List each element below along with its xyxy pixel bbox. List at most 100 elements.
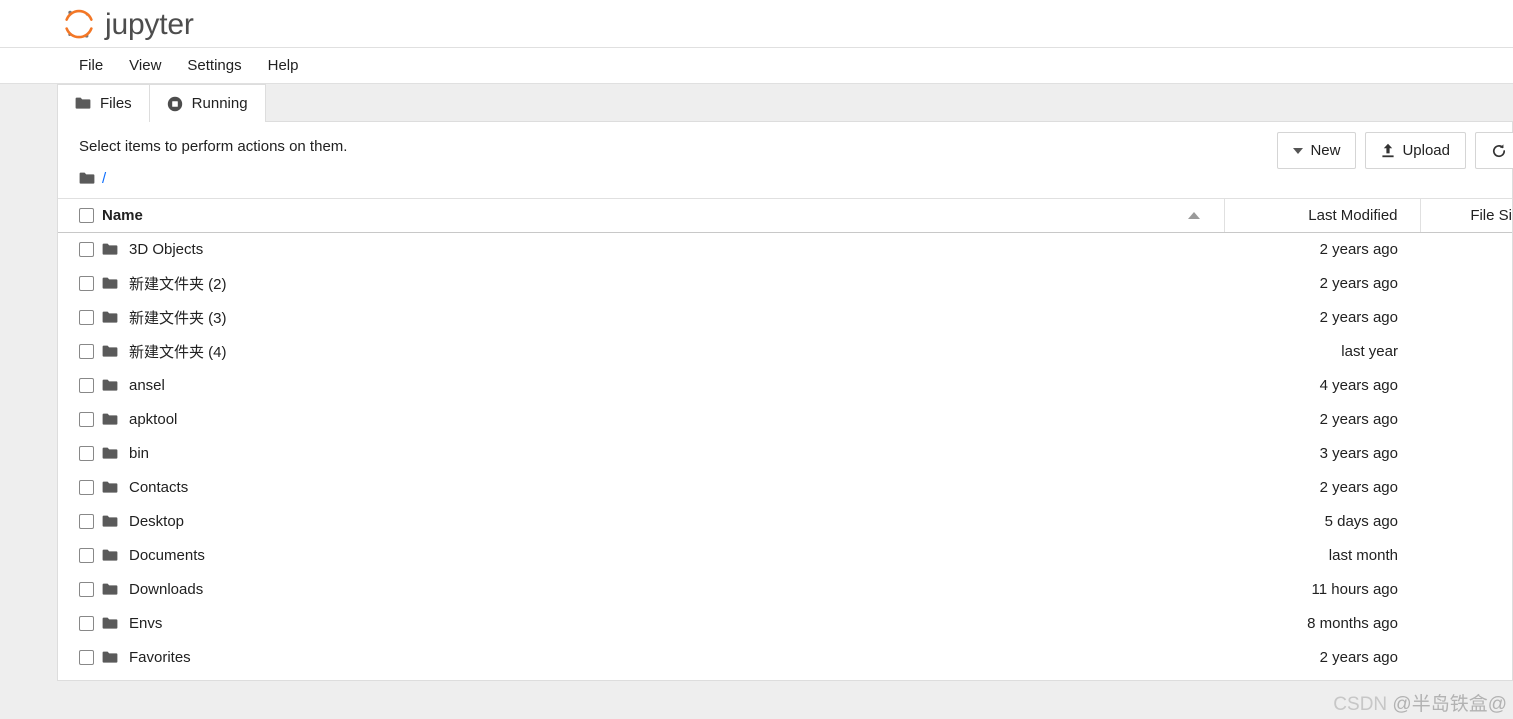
table-row[interactable]: 新建文件夹 (3) 2 years ago (58, 300, 1512, 335)
new-button[interactable]: New (1277, 132, 1357, 169)
refresh-button[interactable] (1475, 132, 1513, 169)
row-select-cell (58, 436, 102, 471)
row-file-size (1420, 368, 1512, 403)
row-file-size (1420, 334, 1512, 369)
row-sort-spacer (1164, 402, 1224, 437)
files-toolbar: New Upload (1277, 132, 1513, 169)
tab-running[interactable]: Running (148, 84, 266, 122)
row-checkbox[interactable] (79, 242, 94, 258)
row-name-label[interactable]: Envs (129, 615, 162, 632)
row-select-cell (58, 368, 102, 403)
breadcrumb-root[interactable]: / (102, 170, 106, 187)
upload-icon (1381, 143, 1395, 158)
selection-hint: Select items to perform actions on them. (79, 138, 348, 155)
row-name-label[interactable]: 3D Objects (129, 241, 203, 258)
row-checkbox[interactable] (79, 650, 94, 665)
folder-icon (102, 413, 118, 426)
row-name-label[interactable]: Contacts (129, 479, 188, 496)
table-row[interactable]: ansel 4 years ago (58, 368, 1512, 403)
row-checkbox[interactable] (79, 548, 94, 563)
table-row[interactable]: Favorites 2 years ago (58, 640, 1512, 675)
row-name-label[interactable]: Downloads (129, 581, 203, 598)
row-name-cell: Desktop (102, 504, 1164, 539)
tab-files[interactable]: Files (57, 84, 150, 122)
row-name-label[interactable]: apktool (129, 411, 177, 428)
row-sort-spacer (1164, 232, 1224, 267)
row-name-cell: apktool (102, 402, 1164, 437)
row-name-label[interactable]: 新建文件夹 (3) (129, 307, 227, 328)
watermark-handle: @半岛铁盒@ (1392, 694, 1507, 715)
table-body: 3D Objects 2 years ago 新建文件夹 (2) 2 years ag… (58, 232, 1512, 675)
row-name-cell: 新建文件夹 (2) (102, 266, 1164, 301)
row-checkbox[interactable] (79, 480, 94, 495)
row-checkbox[interactable] (79, 378, 94, 393)
table-row[interactable]: Envs 8 months ago (58, 606, 1512, 641)
row-name-label[interactable]: bin (129, 445, 149, 462)
refresh-icon (1491, 143, 1507, 159)
menu-item-settings[interactable]: Settings (174, 53, 254, 78)
row-file-size (1420, 266, 1512, 301)
row-last-modified: 4 years ago (1224, 368, 1420, 403)
row-name-label[interactable]: 新建文件夹 (4) (129, 341, 227, 362)
table-row[interactable]: 新建文件夹 (2) 2 years ago (58, 266, 1512, 301)
menu-item-file[interactable]: File (66, 53, 116, 78)
column-sort-indicator[interactable] (1164, 198, 1224, 233)
page-body: Files Running Select items to perform ac… (0, 84, 1513, 719)
column-header-last-modified[interactable]: Last Modified (1223, 198, 1420, 233)
row-select-cell (58, 572, 102, 607)
folder-icon (102, 583, 118, 596)
row-last-modified: 2 years ago (1224, 402, 1420, 437)
row-file-size (1420, 300, 1512, 335)
row-checkbox[interactable] (79, 344, 94, 359)
row-name-label[interactable]: ansel (129, 377, 165, 394)
row-file-size (1420, 640, 1512, 675)
table-row[interactable]: 3D Objects 2 years ago (58, 232, 1512, 267)
table-row[interactable]: bin 3 years ago (58, 436, 1512, 471)
row-name-label[interactable]: Documents (129, 547, 205, 564)
folder-icon (79, 172, 95, 185)
table-row[interactable]: apktool 2 years ago (58, 402, 1512, 437)
row-name-cell: 新建文件夹 (3) (102, 300, 1164, 335)
row-checkbox[interactable] (79, 276, 94, 291)
folder-icon (102, 515, 118, 528)
folder-icon (102, 277, 118, 290)
folder-icon (102, 311, 118, 324)
row-select-cell (58, 606, 102, 641)
row-name-label[interactable]: Favorites (129, 649, 191, 666)
table-row[interactable]: Documents last month (58, 538, 1512, 573)
row-last-modified: 11 hours ago (1224, 572, 1420, 607)
table-header-row: Name Last Modified File Si (58, 198, 1512, 233)
table-row[interactable]: Downloads 11 hours ago (58, 572, 1512, 607)
table-row[interactable]: 新建文件夹 (4) last year (58, 334, 1512, 369)
row-checkbox[interactable] (79, 446, 94, 461)
row-checkbox[interactable] (79, 412, 94, 427)
row-checkbox[interactable] (79, 514, 94, 529)
upload-button-label: Upload (1402, 142, 1450, 159)
row-sort-spacer (1164, 504, 1224, 539)
column-header-file-size[interactable]: File Si (1419, 198, 1512, 233)
menu-item-view[interactable]: View (116, 53, 174, 78)
folder-icon (102, 549, 118, 562)
row-file-size (1420, 232, 1512, 267)
table-row[interactable]: Desktop 5 days ago (58, 504, 1512, 539)
table-row[interactable]: Contacts 2 years ago (58, 470, 1512, 505)
folder-icon (102, 651, 118, 664)
column-header-name[interactable]: Name (102, 198, 1164, 233)
select-all-checkbox[interactable] (79, 208, 94, 223)
menu-item-help[interactable]: Help (255, 53, 312, 78)
row-last-modified: 8 months ago (1224, 606, 1420, 641)
row-name-cell: ansel (102, 368, 1164, 403)
row-name-label[interactable]: 新建文件夹 (2) (129, 273, 227, 294)
row-checkbox[interactable] (79, 582, 94, 597)
upload-button[interactable]: Upload (1365, 132, 1466, 169)
row-last-modified: last year (1224, 334, 1420, 369)
caret-down-icon (1293, 147, 1304, 154)
row-name-label[interactable]: Desktop (129, 513, 184, 530)
row-checkbox[interactable] (79, 310, 94, 325)
jupyter-logo[interactable]: jupyter (62, 7, 194, 41)
folder-icon (102, 447, 118, 460)
row-checkbox[interactable] (79, 616, 94, 631)
folder-icon (102, 345, 118, 358)
sort-ascending-icon (1187, 212, 1200, 219)
row-name-cell: 新建文件夹 (4) (102, 334, 1164, 369)
